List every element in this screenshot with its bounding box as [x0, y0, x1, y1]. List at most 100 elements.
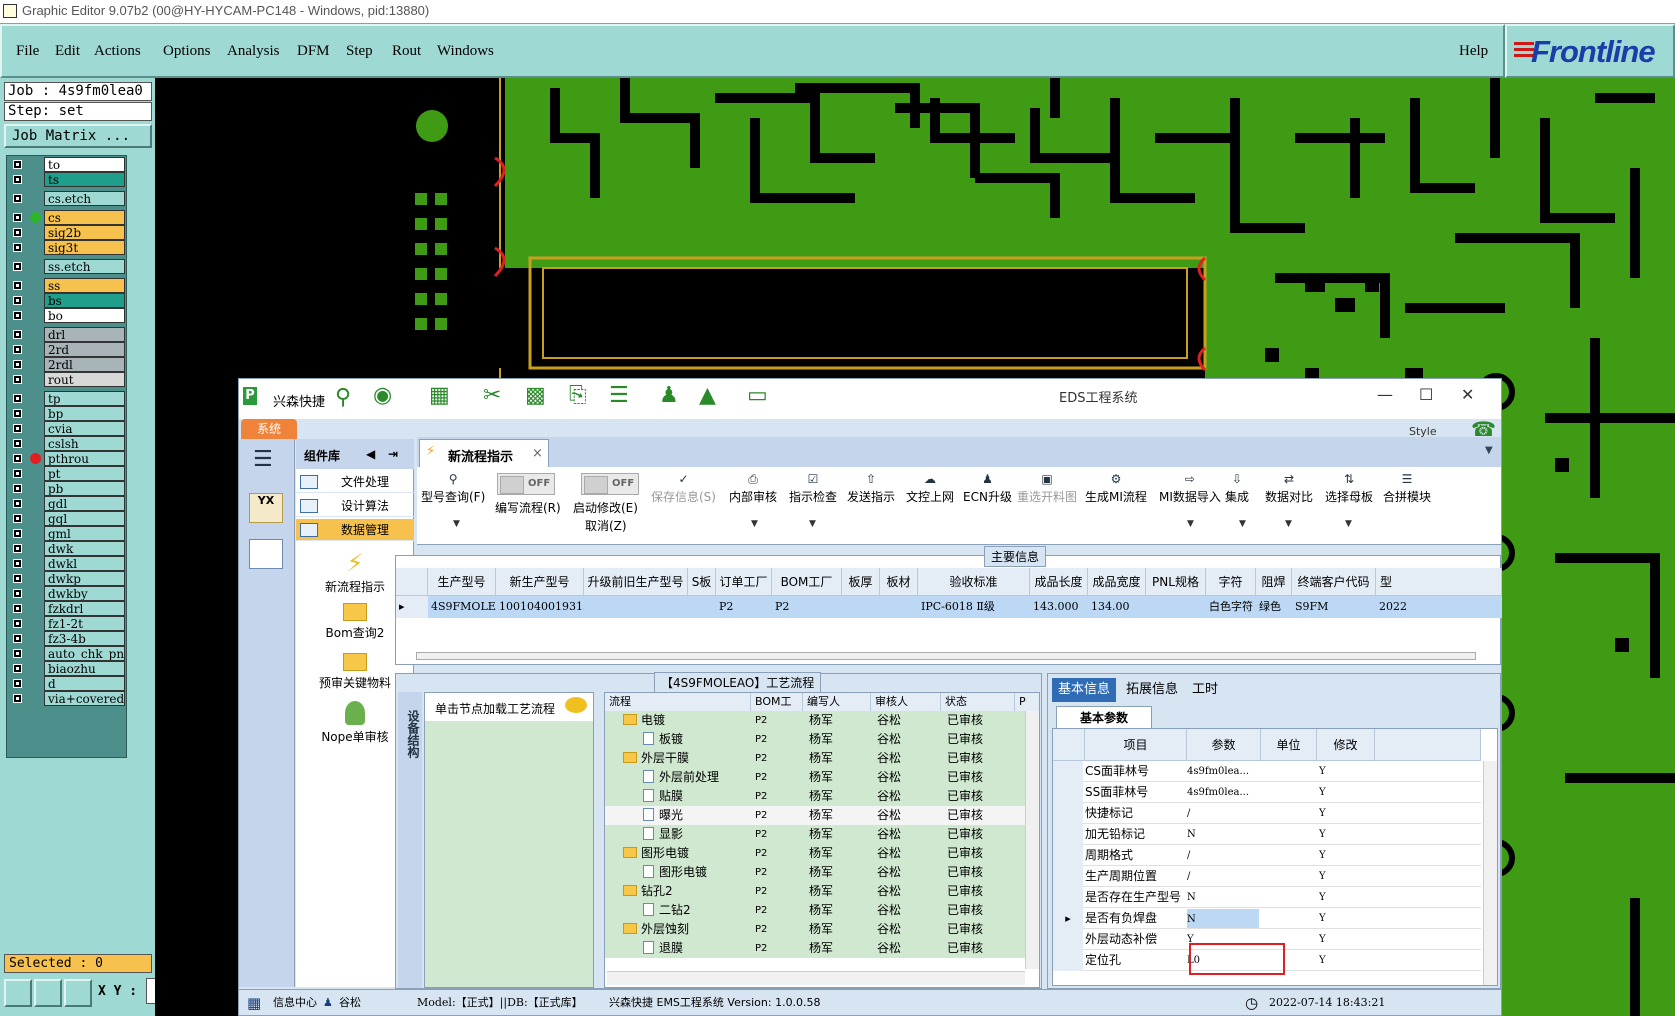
- col-header[interactable]: BOM工厂: [772, 568, 842, 596]
- col-header[interactable]: 审核人: [871, 693, 941, 711]
- layer-checkbox[interactable]: [13, 439, 22, 448]
- select-mother-board-button[interactable]: ⇅ 选择母板: [1325, 473, 1373, 505]
- layer-name[interactable]: cvia: [44, 421, 125, 436]
- user-icon[interactable]: ♟: [659, 383, 679, 408]
- layer-checkbox[interactable]: [13, 469, 22, 478]
- col-header[interactable]: 字符: [1206, 568, 1256, 596]
- col-header[interactable]: 订单工厂: [716, 568, 772, 596]
- merge-module-button[interactable]: ☰ 合拼模块: [1383, 473, 1431, 505]
- process-row[interactable]: 图形电镀 P2 杨军 谷松 已审核: [605, 844, 1025, 863]
- horizontal-scrollbar[interactable]: [416, 652, 1476, 660]
- layer-checkbox[interactable]: [13, 262, 22, 271]
- process-row[interactable]: 曝光 P2 杨军 谷松 已审核: [605, 806, 1025, 825]
- layer-row[interactable]: pb: [9, 481, 125, 496]
- layer-row[interactable]: drl: [9, 327, 125, 342]
- col-header[interactable]: PNL规格: [1146, 568, 1206, 596]
- layer-row[interactable]: cvia: [9, 421, 125, 436]
- info-center-link[interactable]: 信息中心: [273, 990, 317, 1016]
- layer-checkbox[interactable]: [13, 484, 22, 493]
- cell[interactable]: 白色字符: [1206, 596, 1256, 618]
- param-row[interactable]: CS面菲林号 4s9fm0lea... Y: [1053, 761, 1481, 782]
- process-row[interactable]: 贴膜 P2 杨军 谷松 已审核: [605, 787, 1025, 806]
- param-row[interactable]: 是否存在生产型号 N Y: [1053, 887, 1481, 908]
- param-value-cell[interactable]: N: [1187, 909, 1259, 928]
- cell[interactable]: [842, 596, 880, 618]
- tab-work-hours[interactable]: 工时: [1186, 678, 1224, 702]
- param-value-cell[interactable]: 4s9fm0lea...: [1187, 761, 1259, 782]
- layer-name[interactable]: cslsh: [44, 436, 125, 451]
- menu-dfm[interactable]: DFM: [297, 43, 330, 60]
- layer-row[interactable]: gql: [9, 511, 125, 526]
- param-value-cell[interactable]: /: [1187, 803, 1259, 824]
- layer-name[interactable]: via+covered: [44, 691, 125, 706]
- layer-checkbox[interactable]: [13, 499, 22, 508]
- layer-checkbox[interactable]: [13, 634, 22, 643]
- film-icon[interactable]: ▩: [525, 383, 546, 408]
- col-header[interactable]: 单位: [1261, 729, 1317, 761]
- layer-checkbox[interactable]: [13, 574, 22, 583]
- chevron-down-icon[interactable]: ▼: [809, 519, 816, 529]
- param-value-cell[interactable]: N: [1187, 824, 1259, 845]
- system-tab[interactable]: 系统: [241, 419, 297, 439]
- start-modify-toggle[interactable]: OFF: [581, 473, 639, 495]
- col-header[interactable]: 成品宽度: [1088, 568, 1146, 596]
- zoom-tool-icon[interactable]: [4, 979, 32, 1007]
- comp-data-management[interactable]: 数据管理: [296, 519, 414, 541]
- layer-name[interactable]: gdl: [44, 496, 125, 511]
- tab-extended-info[interactable]: 拓展信息: [1120, 678, 1184, 702]
- grid-icon[interactable]: ▦: [429, 383, 450, 408]
- col-header[interactable]: 编写人: [803, 693, 871, 711]
- layer-row[interactable]: d: [9, 676, 125, 691]
- vertical-scrollbar[interactable]: [1025, 711, 1039, 969]
- layer-checkbox[interactable]: [13, 243, 22, 252]
- cell[interactable]: S9FM: [1292, 596, 1376, 618]
- layer-checkbox[interactable]: [13, 281, 22, 290]
- reselect-cut-button[interactable]: ▣ 重选开料图: [1017, 473, 1077, 505]
- col-header[interactable]: S板: [688, 568, 716, 596]
- menu-analysis[interactable]: Analysis: [227, 43, 280, 60]
- menu-icon[interactable]: ☰: [253, 447, 273, 472]
- col-header[interactable]: 参数: [1187, 729, 1261, 761]
- process-row[interactable]: 外层前处理 P2 杨军 谷松 已审核: [605, 768, 1025, 787]
- chevron-down-icon[interactable]: ▼: [1485, 445, 1493, 456]
- layer-name[interactable]: auto_chk_pn: [44, 646, 125, 661]
- param-value-cell[interactable]: 4s9fm0lea...: [1187, 782, 1259, 803]
- col-header[interactable]: BOM工厂: [751, 693, 803, 726]
- layer-row[interactable]: ss: [9, 278, 125, 293]
- process-row[interactable]: 钻孔2 P2 杨军 谷松 已审核: [605, 882, 1025, 901]
- param-value-cell[interactable]: /: [1187, 866, 1259, 887]
- col-header[interactable]: 板厚: [842, 568, 880, 596]
- param-row[interactable]: 加无铅标记 N Y: [1053, 824, 1481, 845]
- cell[interactable]: 2022: [1376, 596, 1502, 618]
- layer-name[interactable]: gml: [44, 526, 125, 541]
- layer-name[interactable]: gql: [44, 511, 125, 526]
- integrate-button[interactable]: ⇩ 集成: [1225, 473, 1249, 505]
- layer-name[interactable]: to: [44, 157, 125, 172]
- layer-name[interactable]: sig3t: [44, 240, 125, 255]
- cell[interactable]: [880, 596, 918, 618]
- layer-name[interactable]: biaozhu: [44, 661, 125, 676]
- menu-rout[interactable]: Rout: [392, 43, 421, 60]
- layer-row[interactable]: cs.etch: [9, 191, 125, 206]
- layer-name[interactable]: dwkby: [44, 586, 125, 601]
- menu-options[interactable]: Options: [163, 43, 211, 60]
- layer-name[interactable]: pb: [44, 481, 125, 496]
- layer-row[interactable]: tp: [9, 391, 125, 406]
- settings-icon[interactable]: ◉: [373, 383, 392, 408]
- layer-row[interactable]: fz3-4b: [9, 631, 125, 646]
- cell[interactable]: [688, 596, 716, 618]
- layer-row[interactable]: gml: [9, 526, 125, 541]
- job-matrix-button[interactable]: Job Matrix ...: [4, 124, 152, 148]
- layer-checkbox[interactable]: [13, 345, 22, 354]
- layer-checkbox[interactable]: [13, 375, 22, 384]
- col-header[interactable]: 状态: [941, 693, 1015, 711]
- layer-name[interactable]: fzkdrl: [44, 601, 125, 616]
- layer-checkbox[interactable]: [13, 228, 22, 237]
- layer-checkbox[interactable]: [13, 589, 22, 598]
- menu-windows[interactable]: Windows: [437, 43, 494, 60]
- col-header[interactable]: 修改: [1317, 729, 1375, 761]
- param-row[interactable]: SS面菲林号 4s9fm0lea... Y: [1053, 782, 1481, 803]
- layer-name[interactable]: ss.etch: [44, 259, 125, 274]
- layer-checkbox[interactable]: [13, 296, 22, 305]
- col-header[interactable]: P: [1015, 693, 1039, 711]
